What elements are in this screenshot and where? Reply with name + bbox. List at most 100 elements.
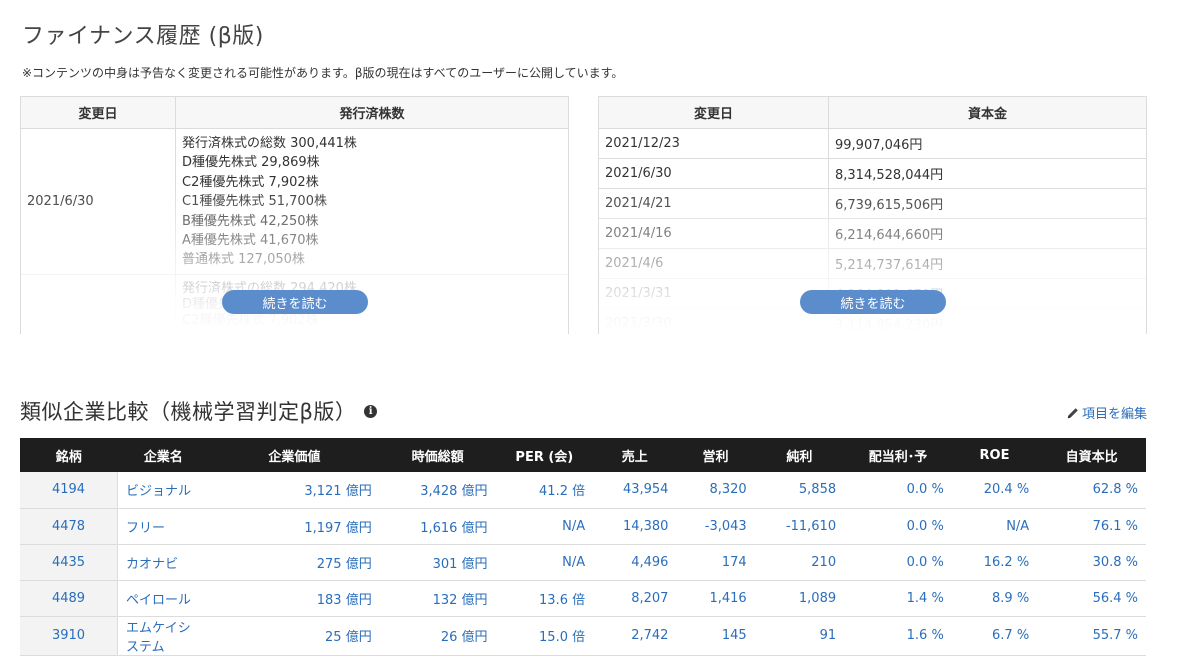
cell-roe: 20.4 %: [951, 472, 1038, 509]
table-row: 3910 エムケイシステム 25 億円 26 億円 15.0 倍 2,742 145 91 1.…: [20, 616, 1146, 656]
info-icon[interactable]: i: [364, 404, 378, 418]
header-enterprise-value[interactable]: 企業価値: [209, 438, 380, 472]
capital-value: 5,214,737,614円: [835, 258, 944, 273]
cell-company-name[interactable]: ビジョナル: [117, 472, 209, 509]
header-per[interactable]: PER (会): [495, 438, 594, 472]
table-row: 4435 カオナビ 275 億円 301 億円 N/A 4,496 174 210 0.0 % 1…: [20, 544, 1146, 581]
section-title-similar: 類似企業比較（機械学習判定β版） i: [20, 396, 378, 426]
cell-code[interactable]: 4478: [20, 508, 119, 545]
cell-net-profit: 210: [754, 544, 845, 581]
cell-enterprise-value: 3,121 億円: [209, 472, 380, 509]
cell-equity-ratio: 30.8 %: [1037, 544, 1146, 581]
shares-line: D種優先株式 29,869株: [182, 155, 320, 171]
capital-value: 6,214,644,660円: [835, 228, 944, 243]
cell-code[interactable]: 4435: [20, 544, 119, 581]
cell-per: N/A: [495, 508, 594, 545]
cell-code[interactable]: 4489: [20, 580, 119, 617]
read-more-button-capital[interactable]: 続きを読む: [800, 290, 946, 314]
capital-date: 2021/4/6: [599, 249, 829, 278]
shares-history-row: 2021/6/30 発行済株式の総数 300,441株 D種優先株式 29,86…: [21, 129, 568, 275]
table-row: 4478 フリー 1,197 億円 1,616 億円 N/A 14,380 -3,043 -1…: [20, 508, 1146, 545]
read-more-button-shares[interactable]: 続きを読む: [222, 290, 368, 314]
cell-per: 13.6 倍: [495, 580, 594, 617]
cell-net-profit: 1,089: [754, 580, 845, 617]
capital-date: 2021/3/31: [599, 279, 829, 308]
table-header-row: 銘柄 企業名 企業価値 時価総額 PER (会) 売上 営利 純利 配当利･予 ROE 自資本比: [20, 438, 1146, 472]
cell-per: 41.2 倍: [495, 472, 594, 509]
capital-row: 2021/4/21 6,739,615,506円: [599, 189, 1146, 219]
cell-company-name[interactable]: エムケイシステム: [117, 616, 209, 656]
cell-equity-ratio: 62.8 %: [1037, 472, 1146, 509]
shares-line: C2種優先株式 7,902株: [182, 174, 319, 190]
cell-enterprise-value: 183 億円: [209, 580, 380, 617]
header-code[interactable]: 銘柄: [20, 438, 118, 472]
shares-line: C1種優先株式 51,700株: [182, 194, 327, 210]
cell-roe: 6.7 %: [951, 616, 1038, 656]
cell-equity-ratio: 76.1 %: [1037, 508, 1146, 545]
capital-date: 2021/3/30: [599, 309, 829, 334]
cell-dividend-yield: 1.4 %: [844, 580, 952, 617]
cell-equity-ratio: 55.7 %: [1037, 616, 1146, 656]
capital-row: 2021/6/30 8,314,528,044円: [599, 159, 1146, 189]
header-dividend-yield[interactable]: 配当利･予: [844, 438, 952, 472]
header-equity-ratio[interactable]: 自資本比: [1037, 438, 1146, 472]
header-company-name[interactable]: 企業名: [117, 438, 209, 472]
table-row: 4489 ペイロール 183 億円 132 億円 13.6 倍 8,207 1,416 1,0…: [20, 580, 1146, 617]
cell-per: N/A: [495, 544, 594, 581]
shares-line: A種優先株式 41,670株: [182, 233, 319, 249]
header-roe[interactable]: ROE: [951, 438, 1038, 472]
cell-roe: N/A: [951, 508, 1038, 545]
capital-date: 2021/6/30: [599, 159, 829, 188]
cell-operating-profit: 145: [676, 616, 755, 656]
cell-operating-profit: 8,320: [676, 472, 755, 509]
capital-history-header: 変更日 資本金: [599, 97, 1146, 129]
capital-value: 6,739,615,506円: [835, 198, 944, 213]
capital-date: 2021/12/23: [599, 129, 829, 158]
shares-date: 2021/6/30: [21, 129, 176, 274]
shares-history-header: 変更日 発行済株数: [21, 97, 568, 129]
header-net-profit[interactable]: 純利: [754, 438, 845, 472]
shares-line: C2種優先株式 7,902株: [182, 313, 319, 328]
cell-net-profit: 5,858: [754, 472, 845, 509]
header-market-cap[interactable]: 時価総額: [379, 438, 496, 472]
cell-company-name[interactable]: フリー: [117, 508, 209, 545]
header-sales[interactable]: 売上: [593, 438, 677, 472]
cell-company-name[interactable]: ペイロール: [117, 580, 209, 617]
capital-value: 99,907,046円: [835, 138, 923, 153]
cell-market-cap: 301 億円: [379, 544, 496, 581]
table-row: 4194 ビジョナル 3,121 億円 3,428 億円 41.2 倍 43,954 8,3…: [20, 472, 1146, 509]
capital-value: 8,314,528,044円: [835, 168, 944, 183]
capital-row: 2021/4/16 6,214,644,660円: [599, 219, 1146, 249]
edit-items-link[interactable]: 項目を編集: [1066, 403, 1147, 422]
notice-text: ※コンテンツの中身は予告なく変更される可能性があります。β版の現在はすべてのユー…: [22, 66, 624, 80]
shares-line: 普通株式 127,050株: [182, 252, 305, 268]
cell-enterprise-value: 25 億円: [209, 616, 380, 656]
cell-sales: 43,954: [593, 472, 677, 509]
cell-operating-profit: 174: [676, 544, 755, 581]
cell-code[interactable]: 3910: [20, 616, 119, 656]
page-title: ファイナンス履歴 (β版): [22, 24, 264, 49]
cell-dividend-yield: 0.0 %: [844, 508, 952, 545]
cell-enterprise-value: 275 億円: [209, 544, 380, 581]
cell-roe: 8.9 %: [951, 580, 1038, 617]
cell-dividend-yield: 0.0 %: [844, 472, 952, 509]
cell-sales: 4,496: [593, 544, 677, 581]
cell-code[interactable]: 4194: [20, 472, 119, 509]
section-title-text: 類似企業比較（機械学習判定β版）: [20, 400, 357, 424]
capital-date: 2021/4/21: [599, 189, 829, 218]
capital-row: 2021/4/6 5,214,737,614円: [599, 249, 1146, 279]
edit-items-label: 項目を編集: [1081, 407, 1147, 422]
header-operating-profit[interactable]: 営利: [676, 438, 755, 472]
cell-market-cap: 1,616 億円: [379, 508, 496, 545]
shares-detail: 発行済株式の総数 300,441株 D種優先株式 29,869株 C2種優先株式…: [176, 129, 568, 274]
cell-equity-ratio: 56.4 %: [1037, 580, 1146, 617]
shares-line: B種優先株式 42,250株: [182, 213, 319, 229]
cell-net-profit: 91: [754, 616, 845, 656]
table-body: 4194 ビジョナル 3,121 億円 3,428 億円 41.2 倍 43,954 8,3…: [20, 472, 1146, 656]
cell-enterprise-value: 1,197 億円: [209, 508, 380, 545]
cell-company-name[interactable]: カオナビ: [117, 544, 209, 581]
cell-net-profit: -11,610: [754, 508, 845, 545]
capital-date: 2021/4/16: [599, 219, 829, 248]
cell-operating-profit: 1,416: [676, 580, 755, 617]
header-change-date: 変更日: [21, 97, 176, 128]
